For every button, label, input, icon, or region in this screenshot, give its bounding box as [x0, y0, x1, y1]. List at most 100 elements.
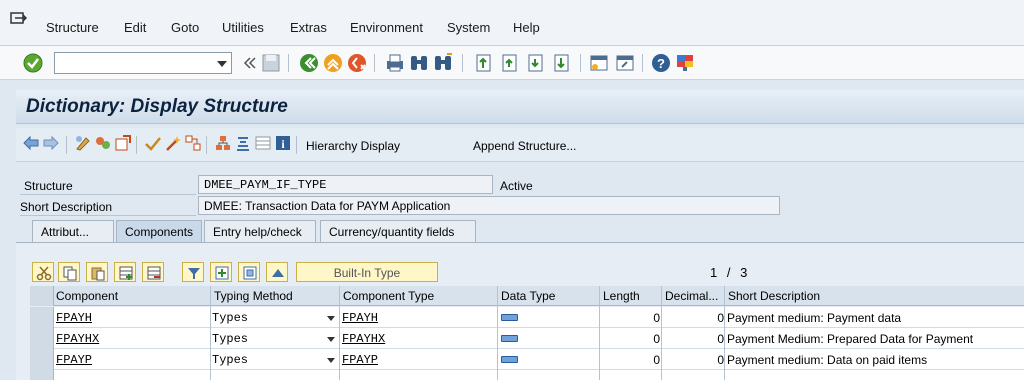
next-page-icon[interactable]: [524, 52, 546, 74]
details-button[interactable]: [238, 262, 260, 282]
row-selector[interactable]: [30, 370, 54, 380]
back-icon[interactable]: [298, 52, 320, 74]
table-view-icon[interactable]: [254, 134, 272, 152]
check-icon[interactable]: [144, 134, 162, 152]
decimals-cell[interactable]: 0: [664, 332, 724, 346]
system-menu-icon[interactable]: [10, 12, 28, 28]
previous-page-icon[interactable]: [498, 52, 520, 74]
double-chevron-left-icon[interactable]: [238, 52, 260, 74]
structure-field[interactable]: DMEE_PAYM_IF_TYPE: [198, 175, 493, 194]
component-cell[interactable]: FPAYP: [56, 353, 92, 367]
menu-edit[interactable]: Edit: [124, 20, 146, 35]
other-object-icon[interactable]: [114, 134, 132, 152]
tab-components[interactable]: Components: [116, 220, 202, 242]
component-type-cell[interactable]: FPAYP: [342, 353, 378, 367]
last-page-icon[interactable]: [550, 52, 572, 74]
col-data-type[interactable]: Data Type: [501, 289, 555, 303]
table-row[interactable]: FPAYP Types FPAYP 0 0 Payment medium: Da…: [30, 349, 1024, 370]
menu-extras[interactable]: Extras: [290, 20, 327, 35]
append-structure-button[interactable]: Append Structure...: [473, 139, 576, 153]
col-short-description[interactable]: Short Description: [728, 289, 820, 303]
component-cell[interactable]: FPAYH: [56, 311, 92, 325]
col-decimals[interactable]: Decimal...: [665, 289, 718, 303]
structure-label: Structure: [24, 179, 73, 193]
short-description-field[interactable]: DMEE: Transaction Data for PAYM Applicat…: [198, 196, 780, 215]
back-arrow-icon[interactable]: [22, 134, 40, 152]
typing-method-cell[interactable]: Types: [212, 332, 248, 346]
menu-environment[interactable]: Environment: [350, 20, 423, 35]
short-description-cell[interactable]: Payment medium: Payment data: [727, 311, 901, 325]
typing-method-cell[interactable]: Types: [212, 353, 248, 367]
list-icon[interactable]: [234, 134, 252, 152]
table-row[interactable]: FPAYHX Types FPAYHX 0 0 Payment Medium: …: [30, 328, 1024, 349]
typing-method-cell[interactable]: Types: [212, 311, 248, 325]
active-inactive-icon[interactable]: [94, 134, 112, 152]
menu-system[interactable]: System: [447, 20, 490, 35]
expand-button[interactable]: [210, 262, 232, 282]
col-length[interactable]: Length: [603, 289, 640, 303]
menu-structure[interactable]: Structure: [46, 20, 99, 35]
tab-currency-quantity-fields[interactable]: Currency/quantity fields: [320, 220, 476, 242]
enter-icon[interactable]: [22, 52, 44, 74]
col-component-type[interactable]: Component Type: [343, 289, 434, 303]
forward-arrow-icon[interactable]: [42, 134, 60, 152]
filter-button[interactable]: [182, 262, 204, 282]
table-row-empty[interactable]: [30, 370, 1024, 380]
new-session-icon[interactable]: [588, 52, 610, 74]
tab-attributes[interactable]: Attribut...: [32, 220, 114, 242]
collapse-button[interactable]: [266, 262, 288, 282]
activate-icon[interactable]: [164, 134, 182, 152]
component-cell[interactable]: FPAYHX: [56, 332, 99, 346]
help-icon[interactable]: ?: [650, 52, 672, 74]
chevron-down-icon[interactable]: [327, 358, 335, 363]
menu-goto[interactable]: Goto: [171, 20, 199, 35]
total-pages: 3: [740, 265, 748, 280]
paste-button[interactable]: [86, 262, 108, 282]
menu-utilities[interactable]: Utilities: [222, 20, 264, 35]
component-type-cell[interactable]: FPAYH: [342, 311, 378, 325]
command-field[interactable]: [54, 52, 232, 74]
hierarchy-display-button[interactable]: Hierarchy Display: [306, 139, 400, 153]
shortcut-icon[interactable]: [614, 52, 636, 74]
cut-button[interactable]: [32, 262, 54, 282]
row-selector[interactable]: [30, 349, 54, 370]
insert-row-button[interactable]: [114, 262, 136, 282]
where-used-icon[interactable]: [184, 134, 202, 152]
print-icon[interactable]: [384, 52, 406, 74]
row-selector[interactable]: [30, 307, 54, 328]
customize-layout-icon[interactable]: [674, 52, 696, 74]
component-type-cell[interactable]: FPAYHX: [342, 332, 385, 346]
select-all-cell[interactable]: [30, 286, 54, 306]
menu-help[interactable]: Help: [513, 20, 540, 35]
find-next-icon[interactable]: [432, 52, 454, 74]
info-icon[interactable]: i: [274, 134, 292, 152]
col-typing-method[interactable]: Typing Method: [214, 289, 293, 303]
decimals-cell[interactable]: 0: [664, 311, 724, 325]
col-component[interactable]: Component: [56, 289, 118, 303]
delete-row-button[interactable]: [142, 262, 164, 282]
data-type-icon: [501, 314, 518, 321]
exit-icon[interactable]: [322, 52, 344, 74]
length-cell[interactable]: 0: [604, 311, 660, 325]
row-selector[interactable]: [30, 328, 54, 349]
table-row[interactable]: FPAYH Types FPAYH 0 0 Payment medium: Pa…: [30, 307, 1024, 328]
short-description-cell[interactable]: Payment medium: Data on paid items: [727, 353, 927, 367]
short-description-cell[interactable]: Payment Medium: Prepared Data for Paymen…: [727, 332, 973, 346]
tab-entry-help-check[interactable]: Entry help/check: [204, 220, 316, 242]
page-title: Dictionary: Display Structure: [26, 96, 288, 117]
chevron-down-icon[interactable]: [327, 316, 335, 321]
display-change-icon[interactable]: [74, 134, 92, 152]
standard-toolbar: ?: [0, 46, 1024, 80]
chevron-down-icon[interactable]: [217, 61, 227, 67]
first-page-icon[interactable]: [472, 52, 494, 74]
find-icon[interactable]: [408, 52, 430, 74]
copy-button[interactable]: [58, 262, 80, 282]
save-icon[interactable]: [260, 52, 282, 74]
length-cell[interactable]: 0: [604, 353, 660, 367]
decimals-cell[interactable]: 0: [664, 353, 724, 367]
length-cell[interactable]: 0: [604, 332, 660, 346]
hierarchy-icon[interactable]: [214, 134, 232, 152]
chevron-down-icon[interactable]: [327, 337, 335, 342]
cancel-icon[interactable]: [346, 52, 368, 74]
built-in-type-button[interactable]: Built-In Type: [296, 262, 438, 282]
